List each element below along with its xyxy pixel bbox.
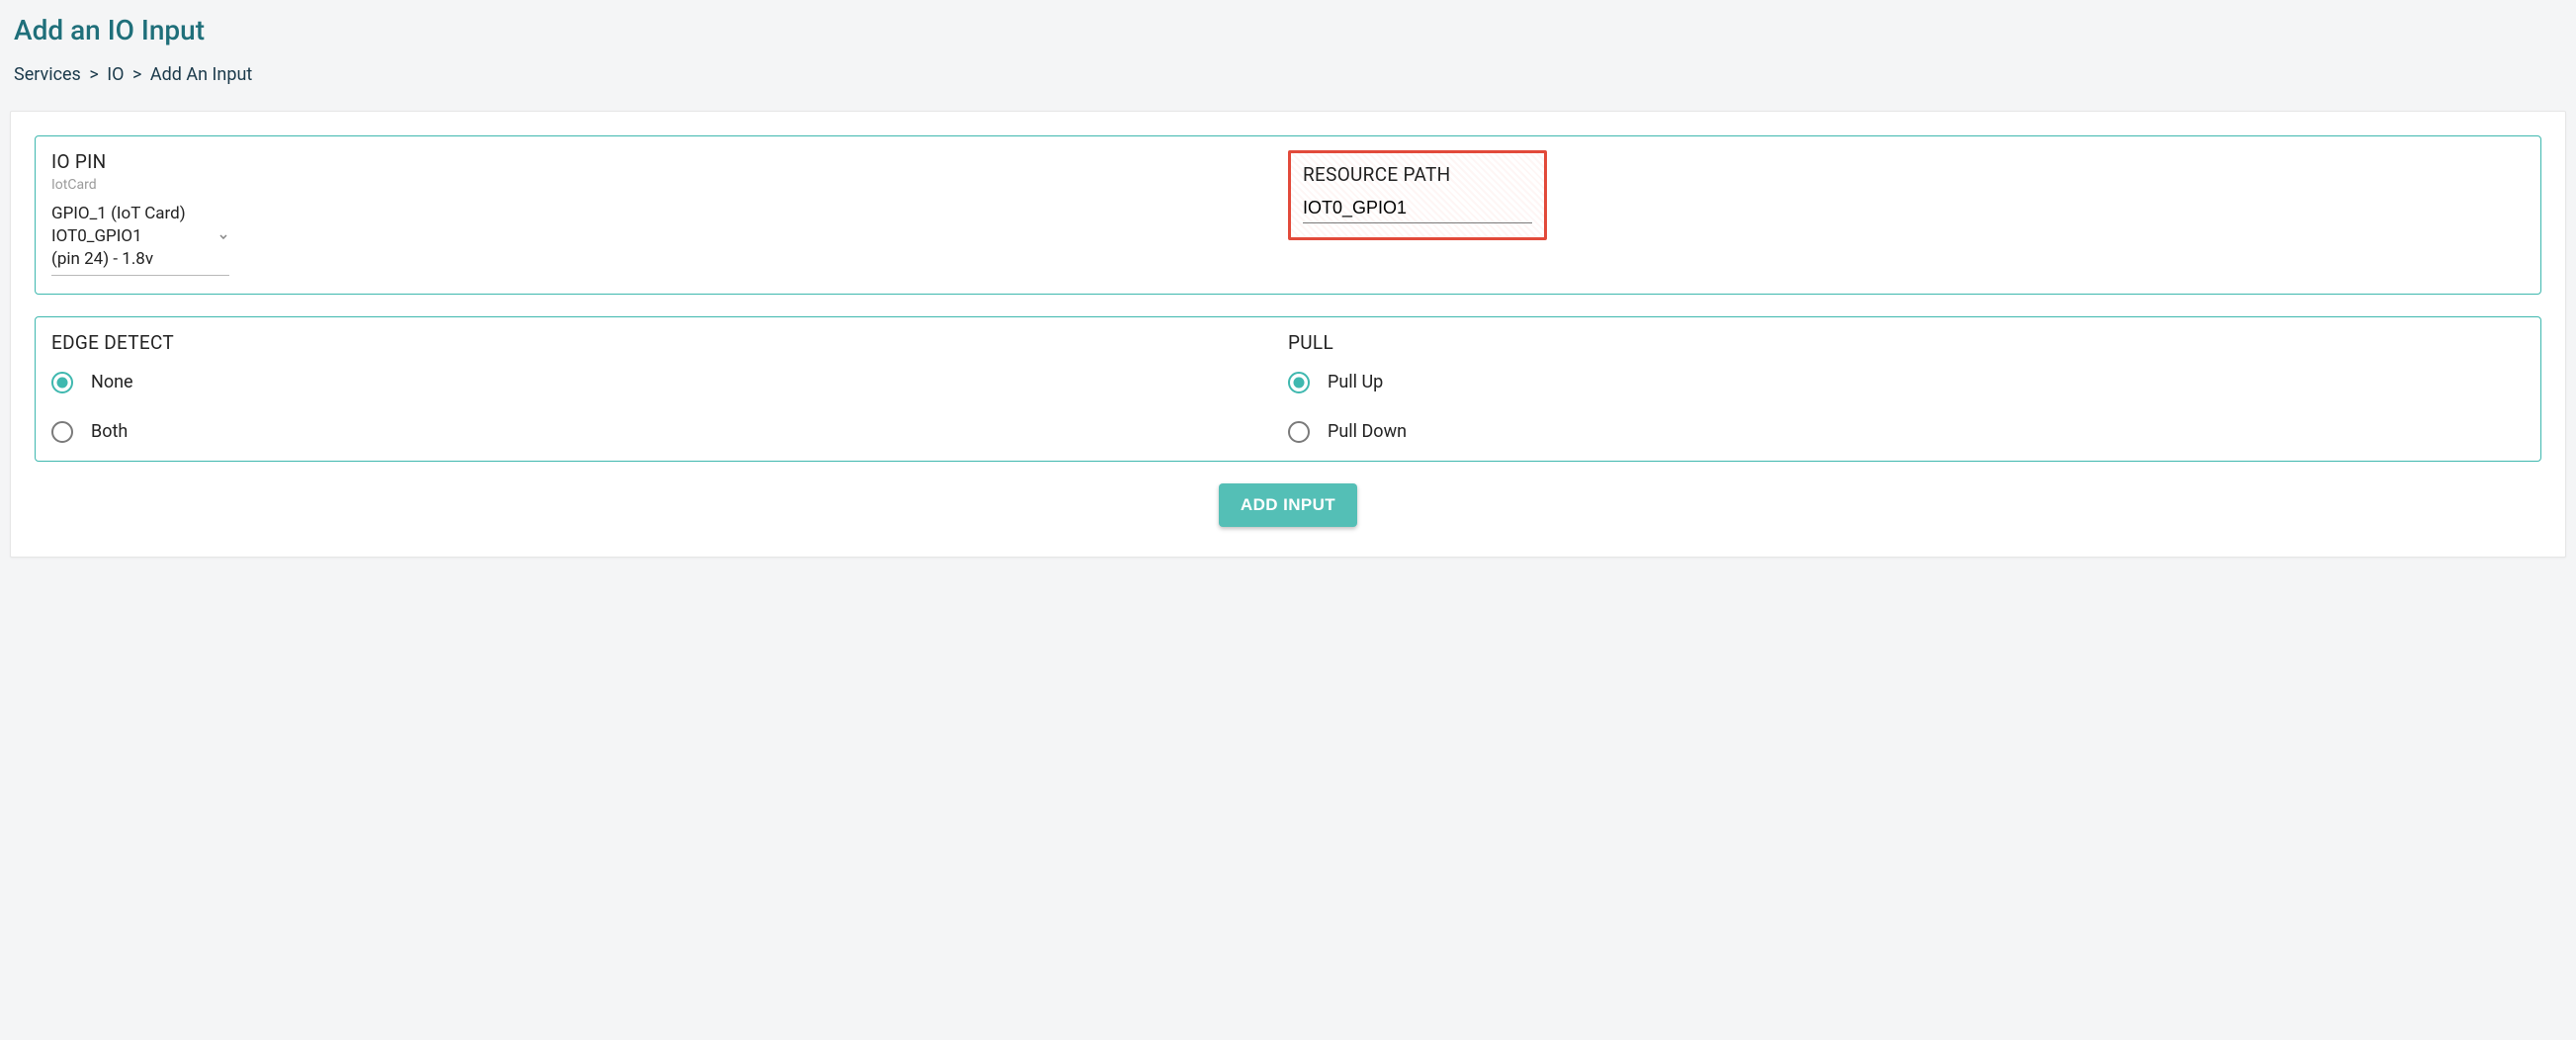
breadcrumb-services[interactable]: Services: [14, 64, 81, 85]
edge-detect-option-both[interactable]: Both: [51, 421, 1288, 443]
io-pin-box: IO PIN IotCard GPIO_1 (IoT Card) IOT0_GP…: [35, 135, 2541, 295]
pull-option-up[interactable]: Pull Up: [1288, 372, 2525, 393]
pull-heading: PULL: [1288, 331, 2525, 354]
resource-path-highlight: RESOURCE PATH: [1288, 150, 1547, 240]
resource-path-col: RESOURCE PATH: [1288, 150, 2525, 276]
form-card: IO PIN IotCard GPIO_1 (IoT Card) IOT0_GP…: [10, 111, 2566, 558]
io-pin-heading: IO PIN: [51, 150, 1288, 173]
pull-option-down[interactable]: Pull Down: [1288, 421, 2525, 443]
pull-col: PULL Pull Up Pull Down: [1288, 331, 2525, 443]
breadcrumb-sep: >: [89, 64, 98, 85]
io-pin-sublabel: IotCard: [51, 177, 1288, 193]
edge-detect-group: None Both: [51, 372, 1288, 443]
add-input-button[interactable]: ADD INPUT: [1219, 483, 1357, 527]
radio-label: Pull Up: [1328, 372, 1383, 392]
page: Add an IO Input Services > IO > Add An I…: [0, 0, 2576, 577]
resource-path-input[interactable]: [1303, 196, 1532, 223]
radio-icon: [1288, 372, 1310, 393]
breadcrumb-io[interactable]: IO: [107, 64, 124, 85]
io-pin-col: IO PIN IotCard GPIO_1 (IoT Card) IOT0_GP…: [51, 150, 1288, 276]
options-box: EDGE DETECT None Both PULL: [35, 316, 2541, 462]
edge-detect-option-none[interactable]: None: [51, 372, 1288, 393]
edge-detect-heading: EDGE DETECT: [51, 331, 1288, 354]
radio-icon: [1288, 421, 1310, 443]
io-pin-select-line1: GPIO_1 (IoT Card): [51, 203, 229, 225]
radio-label: None: [91, 372, 133, 392]
breadcrumb-sep: >: [132, 64, 141, 85]
chevron-down-icon: [217, 227, 229, 250]
resource-path-heading: RESOURCE PATH: [1303, 163, 1532, 186]
radio-label: Both: [91, 421, 128, 442]
pull-group: Pull Up Pull Down: [1288, 372, 2525, 443]
io-pin-select-line3: (pin 24) - 1.8v: [51, 248, 229, 271]
io-pin-select[interactable]: GPIO_1 (IoT Card) IOT0_GPIO1 (pin 24) - …: [51, 203, 229, 276]
radio-label: Pull Down: [1328, 421, 1407, 442]
button-row: ADD INPUT: [35, 483, 2541, 527]
breadcrumb: Services > IO > Add An Input: [10, 64, 2566, 85]
page-title: Add an IO Input: [10, 14, 2566, 46]
radio-icon: [51, 421, 73, 443]
radio-icon: [51, 372, 73, 393]
edge-detect-col: EDGE DETECT None Both: [51, 331, 1288, 443]
breadcrumb-current: Add An Input: [150, 64, 252, 85]
io-pin-select-line2: IOT0_GPIO1: [51, 225, 229, 248]
